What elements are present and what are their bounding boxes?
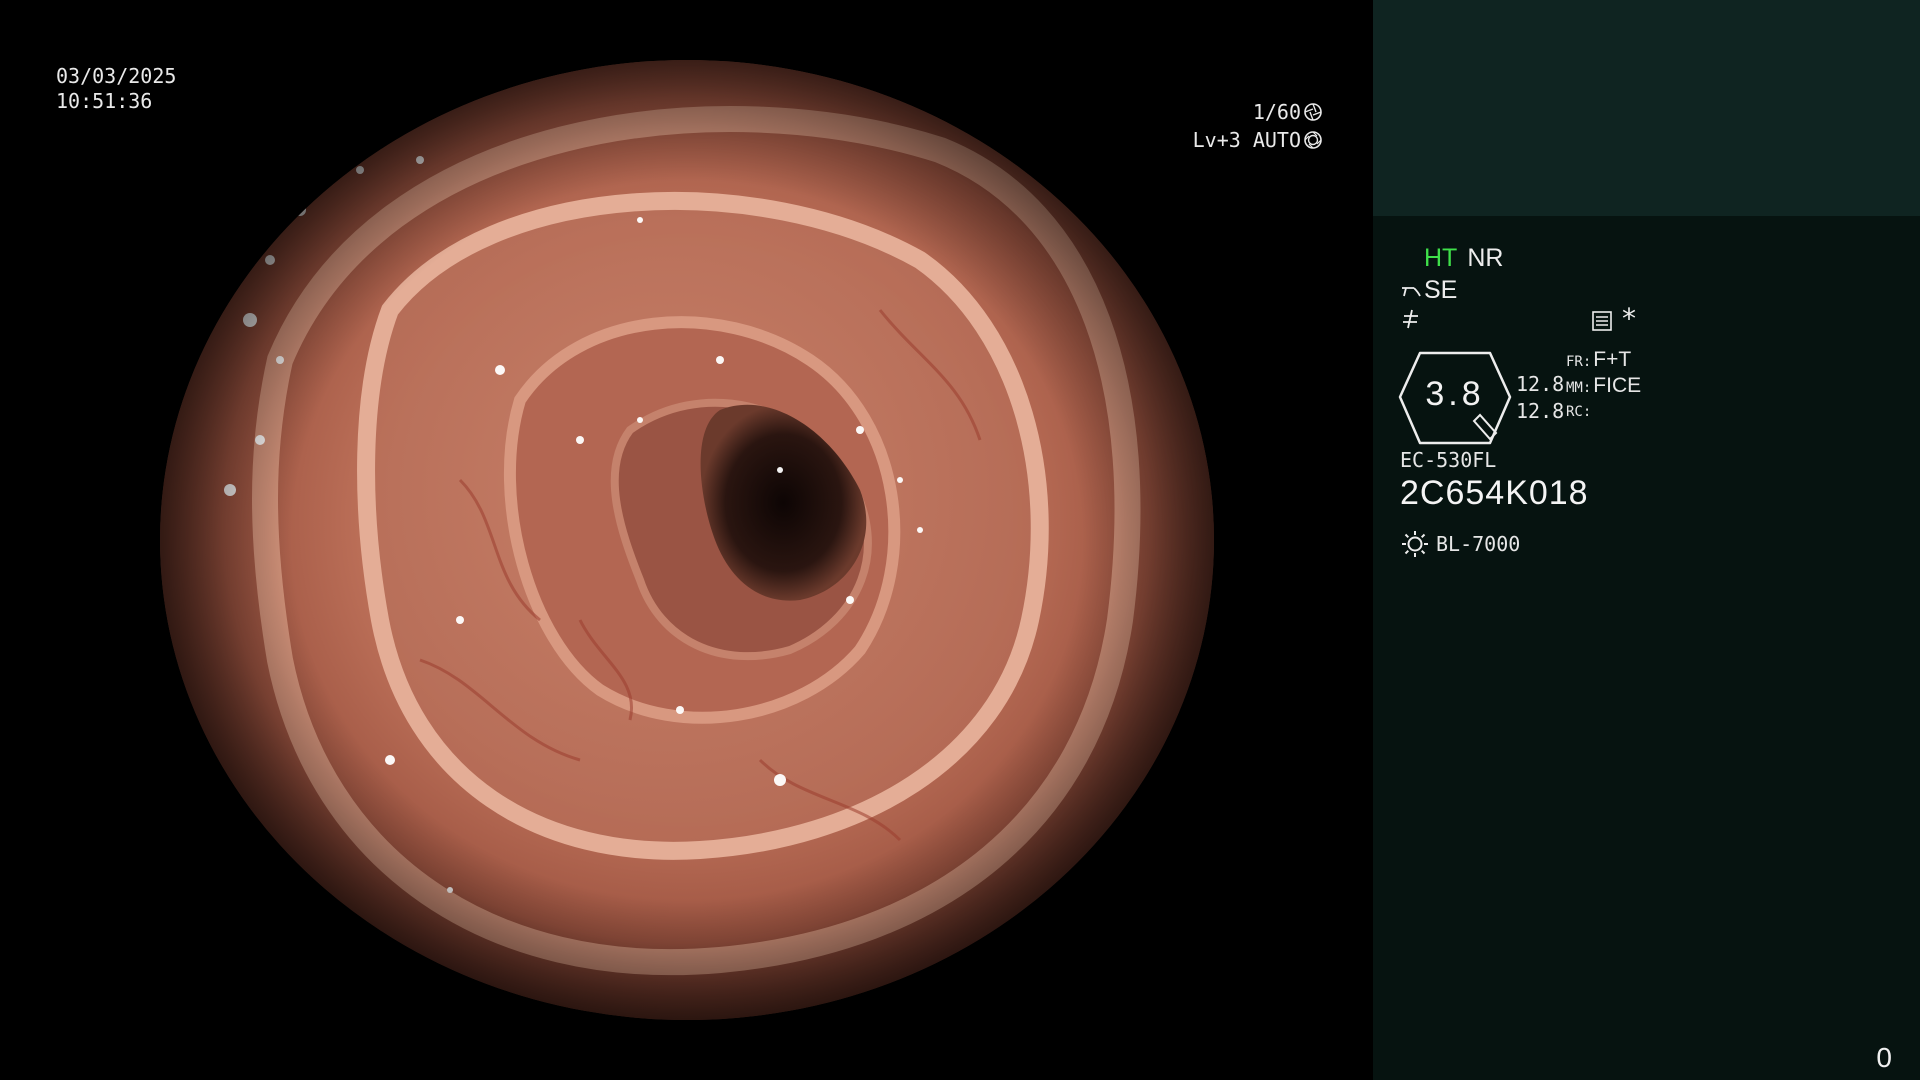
mode-labels: FR: F+T MM: FICE RC: — [1566, 348, 1641, 424]
mode-row-mm: MM: FICE — [1566, 374, 1641, 400]
structure-enhance-icon — [1402, 286, 1421, 296]
zoom-gauge: 3.8 — [1398, 351, 1512, 445]
zoom-value: 3.8 — [1425, 375, 1485, 413]
mode-key: FR: — [1566, 354, 1592, 370]
scope-model: EC-530FL — [1400, 448, 1497, 472]
date-text: 03/03/2025 — [56, 64, 177, 88]
endoscopy-monitor: 03/03/2025 10:51:36 1/60 Lv+3 AUTO HT NR… — [0, 0, 1920, 1080]
info-panel-body: HT NR SE * 3.8 12.8 12.8 FR: F+T MM: FIC… — [1373, 216, 1920, 1080]
mode-value: F+T — [1593, 348, 1632, 371]
colon-lumen-image — [160, 60, 1214, 1020]
image-mode-row: HT NR — [1424, 244, 1503, 273]
shutter-text: 1/60 — [1252, 100, 1301, 124]
iris-text: Lv+3 AUTO — [1192, 128, 1301, 152]
info-panel: HT NR SE * 3.8 12.8 12.8 FR: F+T MM: FIC… — [1373, 0, 1920, 1080]
shutter-icon — [1304, 103, 1322, 121]
star-marker: * — [1622, 302, 1636, 335]
endoscopic-image — [160, 60, 1214, 1020]
mode-row-rc: RC: — [1566, 400, 1641, 424]
scope-serial: 2C654K018 — [1400, 474, 1589, 512]
light-source-row: BL-7000 — [1400, 529, 1520, 559]
mm-value-2: 12.8 — [1516, 399, 1565, 423]
mode-key: RC: — [1566, 404, 1592, 420]
mm-value-1: 12.8 — [1516, 372, 1565, 396]
symbol-row: * — [1400, 304, 1636, 336]
structure-enhance-row: SE — [1400, 276, 1457, 305]
datetime-overlay: 03/03/2025 10:51:36 — [56, 64, 176, 114]
menu-icon — [1592, 311, 1612, 331]
mode-value: FICE — [1593, 374, 1642, 397]
time-text: 10:51:36 — [56, 89, 153, 113]
light-source-icon — [1402, 531, 1428, 557]
se-label: SE — [1424, 276, 1458, 304]
mode-key: MM: — [1566, 380, 1592, 396]
edge-icon — [1403, 309, 1418, 329]
ht-label: HT — [1424, 244, 1458, 272]
iris-icon — [1304, 131, 1322, 149]
mode-row-fr: FR: F+T — [1566, 348, 1641, 374]
exposure-overlay: 1/60 Lv+3 AUTO — [1193, 98, 1323, 154]
counter: 0 — [1876, 1042, 1892, 1073]
light-source-label: BL-7000 — [1436, 532, 1521, 556]
nr-label: NR — [1467, 244, 1504, 272]
mm-values: 12.8 12.8 — [1516, 371, 1564, 425]
iris-row: Lv+3 AUTO — [1193, 126, 1323, 154]
shutter-row: 1/60 — [1193, 98, 1323, 126]
info-panel-header — [1373, 0, 1920, 216]
live-image-area: 03/03/2025 10:51:36 1/60 Lv+3 AUTO — [0, 0, 1373, 1080]
